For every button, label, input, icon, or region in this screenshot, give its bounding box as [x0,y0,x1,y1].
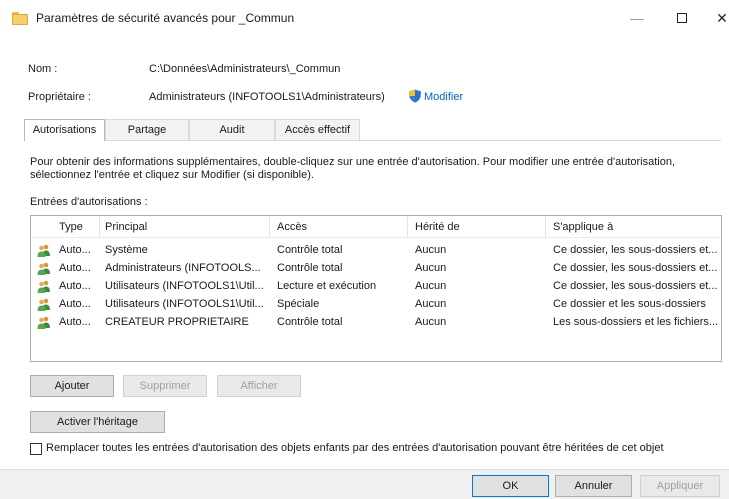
enable-inheritance-button[interactable]: Activer l'héritage [30,411,165,433]
permission-entries-list[interactable]: Type Principal Accès Hérité de S'appliqu… [30,215,722,362]
table-row[interactable]: Auto... Utilisateurs (INFOTOOLS1\Util...… [31,296,721,314]
window-title: Paramètres de sécurité avancés pour _Com… [36,11,295,25]
replace-child-permissions-label[interactable]: Remplacer toutes les entrées d'autorisat… [46,442,664,454]
ok-button[interactable]: OK [472,475,549,497]
cell-herite-de: Aucun [415,244,447,256]
cell-sapplique-a: Ce dossier, les sous-dossiers et... [553,280,718,292]
cell-type: Auto... [59,262,91,274]
column-header-sapplique-a[interactable]: S'applique à [553,221,613,233]
cell-principal: CREATEUR PROPRIETAIRE [105,316,249,328]
cell-principal: Utilisateurs (INFOTOOLS1\Util... [105,298,264,310]
uac-shield-icon [409,89,421,103]
cancel-button[interactable]: Annuler [555,475,632,497]
close-button[interactable]: ✕ [700,6,729,30]
column-header-acces[interactable]: Accès [277,221,307,233]
users-icon [37,262,50,275]
cell-sapplique-a: Ce dossier et les sous-dossiers [553,298,706,310]
cell-type: Auto... [59,298,91,310]
cell-acces: Spéciale [277,298,320,310]
apply-button[interactable]: Appliquer [640,475,720,497]
cell-herite-de: Aucun [415,298,447,310]
cell-acces: Contrôle total [277,316,343,328]
tab-partage[interactable]: Partage [105,119,189,140]
add-button[interactable]: Ajouter [30,375,114,397]
table-row[interactable]: Auto... Système Contrôle total Aucun Ce … [31,242,721,260]
remove-button[interactable]: Supprimer [123,375,207,397]
cell-type: Auto... [59,280,91,292]
list-header: Type Principal Accès Hérité de S'appliqu… [31,216,721,238]
table-row[interactable]: Auto... Administrateurs (INFOTOOLS... Co… [31,260,721,278]
folder-icon [12,12,28,25]
users-icon [37,280,50,293]
advanced-security-window: Paramètres de sécurité avancés pour _Com… [0,0,729,499]
cell-herite-de: Aucun [415,316,447,328]
owner-value: Administrateurs (INFOTOOLS1\Administrate… [149,91,385,103]
cell-principal: Utilisateurs (INFOTOOLS1\Util... [105,280,264,292]
cell-sapplique-a: Ce dossier, les sous-dossiers et... [553,244,718,256]
cell-type: Auto... [59,244,91,256]
cell-acces: Contrôle total [277,244,343,256]
users-icon [37,244,50,257]
cell-principal: Système [105,244,148,256]
table-row[interactable]: Auto... Utilisateurs (INFOTOOLS1\Util...… [31,278,721,296]
view-button[interactable]: Afficher [217,375,301,397]
name-label: Nom : [28,63,58,75]
tab-audit[interactable]: Audit [189,119,275,140]
entries-label: Entrées d'autorisations : [30,196,148,208]
replace-child-permissions-checkbox[interactable] [30,443,42,455]
cell-acces: Lecture et exécution [277,280,377,292]
tab-acces-effectif[interactable]: Accès effectif [275,119,360,140]
column-header-type[interactable]: Type [59,221,83,233]
cell-acces: Contrôle total [277,262,343,274]
cell-herite-de: Aucun [415,262,447,274]
maximize-icon [677,13,687,24]
users-icon [37,298,50,311]
users-icon [37,316,50,329]
table-row[interactable]: Auto... CREATEUR PROPRIETAIRE Contrôle t… [31,314,721,332]
cell-sapplique-a: Ce dossier, les sous-dossiers et... [553,262,718,274]
modify-owner-link[interactable]: Modifier [424,91,463,103]
cell-type: Auto... [59,316,91,328]
cell-herite-de: Aucun [415,280,447,292]
maximize-button[interactable] [660,6,704,30]
description-text: Pour obtenir des informations supplément… [30,156,676,181]
cell-sapplique-a: Les sous-dossiers et les fichiers... [553,316,719,328]
column-header-principal[interactable]: Principal [105,221,147,233]
column-header-herite-de[interactable]: Hérité de [415,221,460,233]
name-value: C:\Données\Administrateurs\_Commun [149,63,341,75]
title-bar: Paramètres de sécurité avancés pour _Com… [0,0,729,36]
owner-label: Propriétaire : [28,91,91,103]
minimize-button[interactable]: — [615,6,659,30]
cell-principal: Administrateurs (INFOTOOLS... [105,262,261,274]
tab-divider [24,140,721,141]
tab-autorisations[interactable]: Autorisations [24,119,105,141]
